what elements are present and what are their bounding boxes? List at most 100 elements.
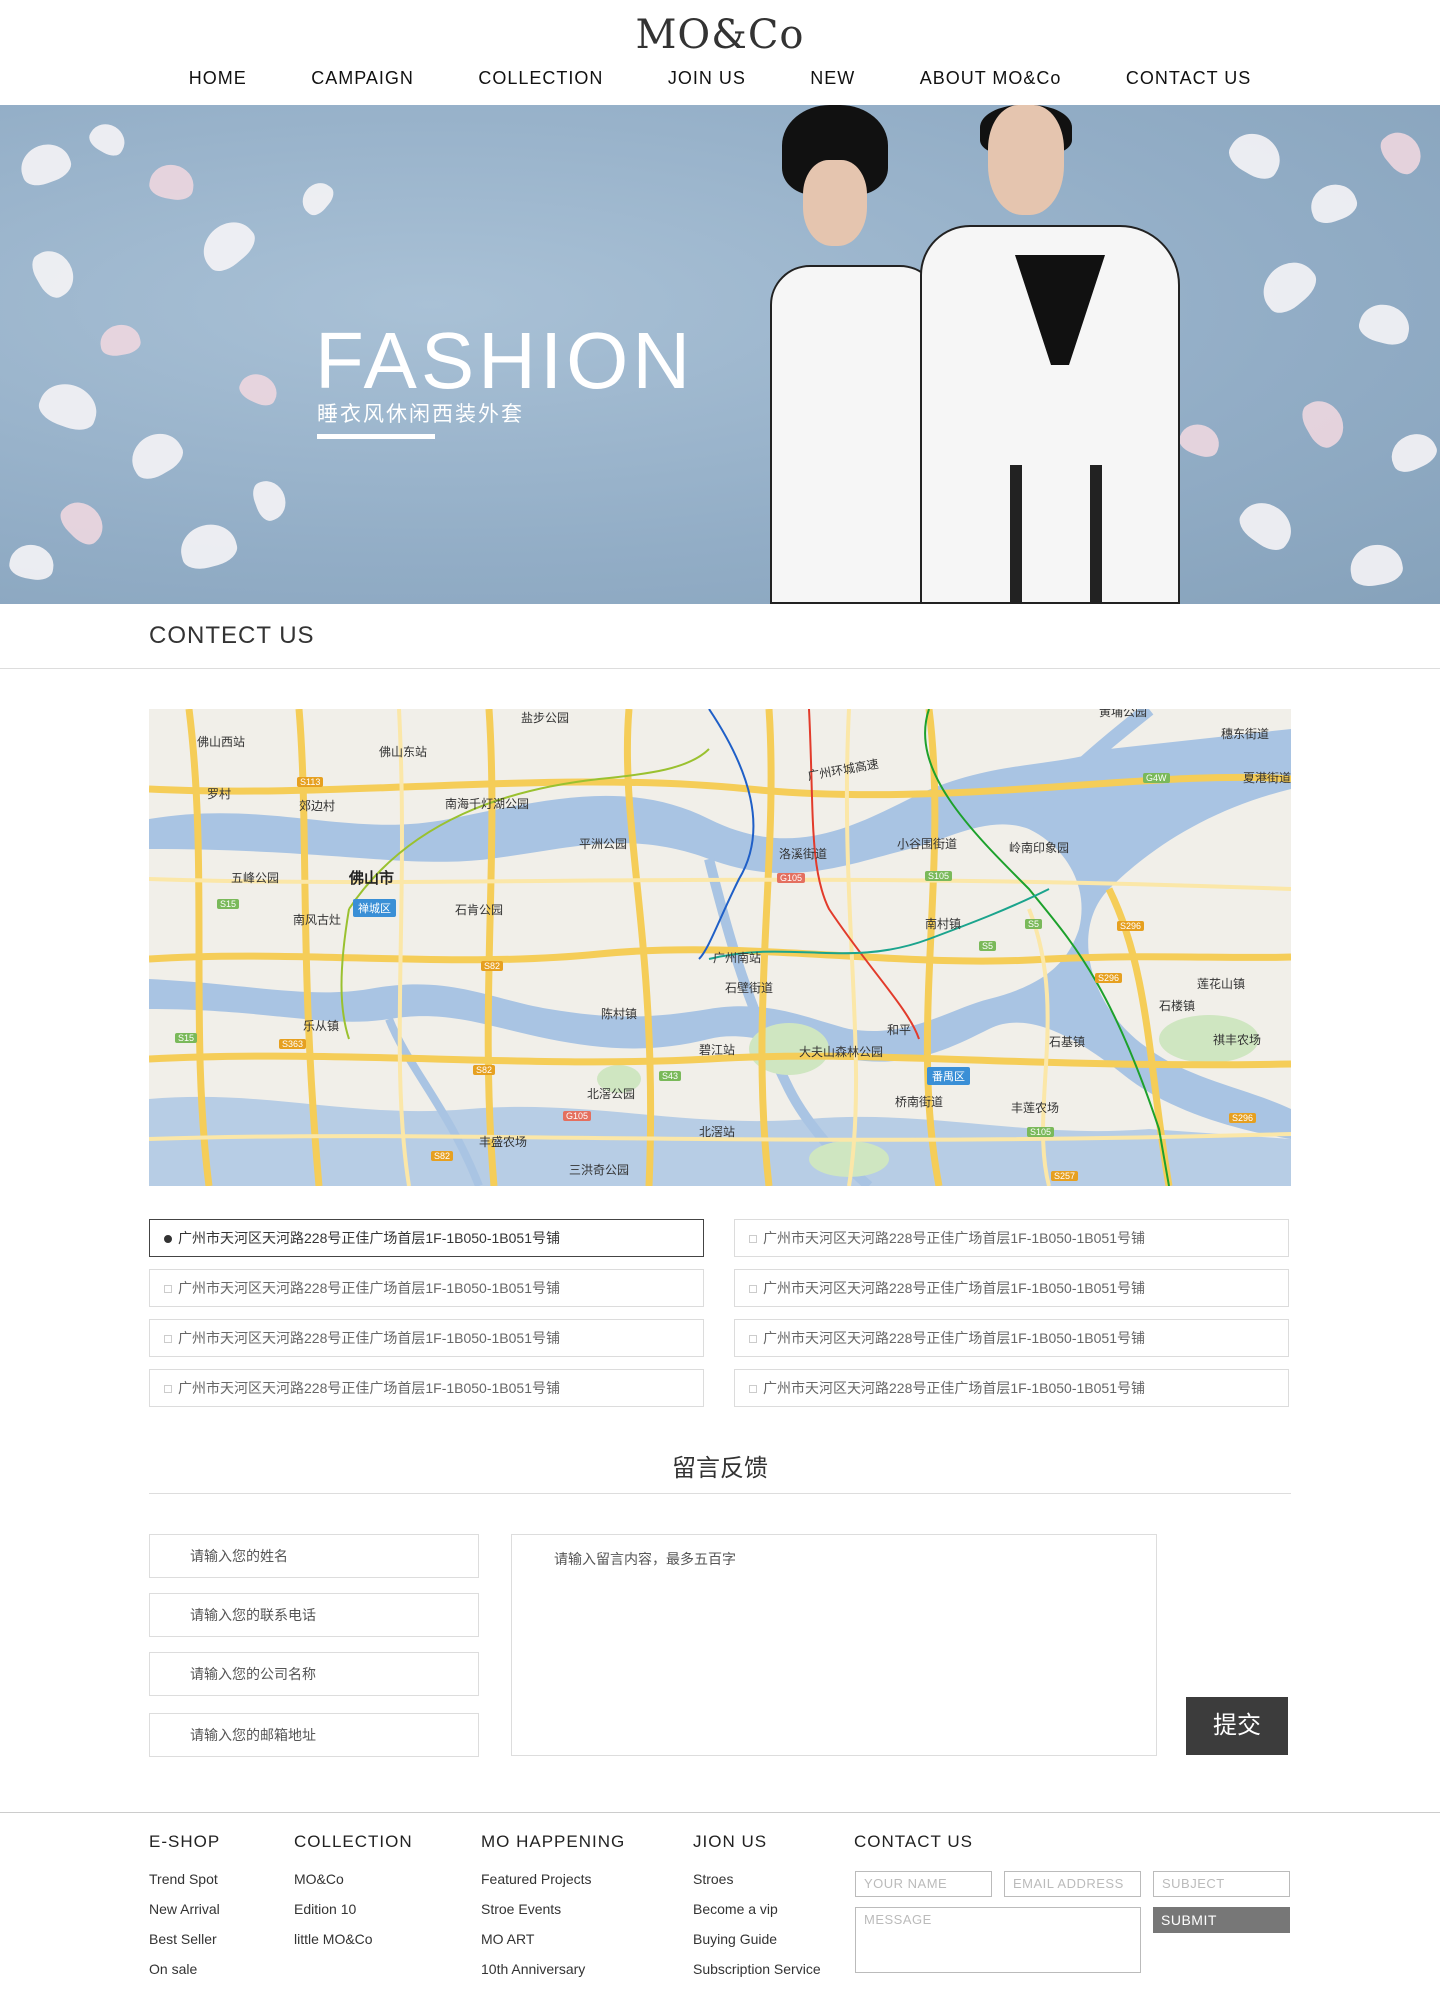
banner-subtitle: 睡衣风休闲西装外套 [317, 403, 524, 426]
footer-link-little-moco[interactable]: little MO&Co [294, 1924, 413, 1954]
feedback-title: 留言反馈 [672, 1455, 768, 1482]
map-label: 石壁街道 [725, 981, 774, 995]
petal-decoration [235, 368, 283, 410]
footer-contact: CONTACT US [854, 1832, 973, 1864]
map-label: 五峰公园 [231, 871, 280, 885]
nav-about[interactable]: ABOUT MO&Co [920, 68, 1062, 89]
footer-join-title: JION US [693, 1832, 768, 1851]
petal-decoration [296, 176, 338, 220]
nav-new[interactable]: NEW [810, 68, 855, 89]
map-label: 丰盛农场 [479, 1135, 528, 1149]
submit-button[interactable]: 提交 [1186, 1697, 1288, 1755]
road-tag: S43 [659, 1071, 682, 1081]
footer-link-new-arrival[interactable]: New Arrival [149, 1894, 220, 1924]
footer-link-best-seller[interactable]: Best Seller [149, 1924, 220, 1954]
road-tag: S113 [297, 777, 324, 787]
store-address: 广州市天河区天河路228号正佳广场首层1F-1B050-1B051号铺 [763, 1230, 1145, 1246]
map-label: 南村镇 [925, 917, 962, 931]
store-item[interactable]: 广州市天河区天河路228号正佳广场首层1F-1B050-1B051号铺 [734, 1319, 1289, 1357]
nav-join-us[interactable]: JOIN US [668, 68, 746, 89]
footer-link-moco[interactable]: MO&Co [294, 1864, 413, 1894]
store-item[interactable]: 广州市天河区天河路228号正佳广场首层1F-1B050-1B051号铺 [734, 1269, 1289, 1307]
park-area [809, 1141, 889, 1177]
road-tag: G4W [1143, 773, 1170, 783]
petal-decoration [147, 161, 197, 203]
email-input[interactable]: 请输入您的邮箱地址 [149, 1713, 479, 1757]
nav-home[interactable]: HOME [189, 68, 247, 89]
store-address: 广州市天河区天河路228号正佳广场首层1F-1B050-1B051号铺 [178, 1330, 560, 1346]
store-item[interactable]: 广州市天河区天河路228号正佳广场首层1F-1B050-1B051号铺 [149, 1269, 704, 1307]
banner-title: FASHION [315, 316, 695, 405]
footer-submit-button[interactable]: SUBMIT [1153, 1907, 1290, 1933]
footer-link-store-events[interactable]: Stroe Events [481, 1894, 625, 1924]
map-label: 小谷围街道 [897, 837, 958, 851]
contact-section-title: CONTECT US [149, 622, 315, 649]
petal-decoration [1253, 251, 1323, 321]
store-item[interactable]: 广州市天河区天河路228号正佳广场首层1F-1B050-1B051号铺 [149, 1219, 704, 1257]
map-label: 石楼镇 [1159, 999, 1196, 1013]
petal-decoration [15, 137, 75, 191]
footer-happening-title: MO HAPPENING [481, 1832, 626, 1851]
name-input[interactable]: 请输入您的姓名 [149, 1534, 479, 1578]
petal-decoration [123, 424, 189, 486]
footer-link-buying-guide[interactable]: Buying Guide [693, 1924, 821, 1954]
road-tag: S296 [1117, 921, 1145, 931]
brand-logo[interactable]: MO&Co [0, 12, 1440, 58]
map-label: 南风古灶 [293, 913, 342, 927]
message-textarea[interactable]: 请输入留言内容，最多五百字 [511, 1534, 1157, 1756]
road-tag: S82 [473, 1065, 496, 1075]
store-address: 广州市天河区天河路228号正佳广场首层1F-1B050-1B051号铺 [178, 1230, 560, 1246]
petal-decoration [34, 376, 104, 436]
section-divider [0, 668, 1440, 669]
nav-campaign[interactable]: CAMPAIGN [311, 68, 414, 89]
footer-email-input[interactable]: EMAIL ADDRESS [1004, 1871, 1141, 1897]
phone-input[interactable]: 请输入您的联系电话 [149, 1593, 479, 1637]
footer-link-on-sale[interactable]: On sale [149, 1954, 220, 1984]
map-label: 莲花山镇 [1197, 977, 1246, 991]
map-label: 三洪奇公园 [569, 1163, 630, 1177]
map-label: 大夫山森林公园 [799, 1045, 884, 1059]
footer-link-mo-art[interactable]: MO ART [481, 1924, 625, 1954]
nav-contact[interactable]: CONTACT US [1126, 68, 1251, 89]
petal-decoration [1374, 124, 1430, 180]
nav-collection[interactable]: COLLECTION [478, 68, 603, 89]
store-item[interactable]: 广州市天河区天河路228号正佳广场首层1F-1B050-1B051号铺 [149, 1319, 704, 1357]
map-label: 石基镇 [1049, 1035, 1086, 1049]
footer-name-input[interactable]: YOUR NAME [855, 1871, 992, 1897]
footer-subject-input[interactable]: SUBJECT [1153, 1871, 1290, 1897]
store-address: 广州市天河区天河路228号正佳广场首层1F-1B050-1B051号铺 [178, 1280, 560, 1296]
road-tag: S5 [1025, 919, 1043, 929]
map-label: 石肯公园 [455, 903, 504, 917]
road-tag: S15 [217, 899, 240, 909]
map-label: 夏港街道 [1243, 771, 1291, 785]
store-item[interactable]: 广州市天河区天河路228号正佳广场首层1F-1B050-1B051号铺 [149, 1369, 704, 1407]
store-address: 广州市天河区天河路228号正佳广场首层1F-1B050-1B051号铺 [763, 1280, 1145, 1296]
store-address: 广州市天河区天河路228号正佳广场首层1F-1B050-1B051号铺 [763, 1330, 1145, 1346]
footer-link-trend-spot[interactable]: Trend Spot [149, 1864, 220, 1894]
road-tag: G105 [563, 1111, 592, 1121]
footer-link-stores[interactable]: Stroes [693, 1864, 821, 1894]
model-face [803, 160, 867, 246]
model-face [988, 105, 1064, 215]
petal-decoration [1233, 493, 1301, 557]
petal-decoration [175, 518, 241, 574]
bullet-icon [164, 1385, 172, 1394]
store-item[interactable]: 广州市天河区天河路228号正佳广场首层1F-1B050-1B051号铺 [734, 1219, 1289, 1257]
company-input[interactable]: 请输入您的公司名称 [149, 1652, 479, 1696]
page: MO&Co HOME CAMPAIGN COLLECTION JOIN US N… [0, 0, 1440, 2000]
road-tag: S257 [1051, 1171, 1079, 1181]
map-label: 祺丰农场 [1213, 1033, 1262, 1047]
store-map[interactable]: 佛山西站 佛山东站 盐步公园 罗村 郊边村 南海千灯湖公园 平洲公园 五峰公园 … [149, 709, 1291, 1186]
map-label: 丰莲农场 [1011, 1101, 1060, 1115]
footer-message-input[interactable]: MESSAGE [855, 1907, 1141, 1973]
footer-link-subscription[interactable]: Subscription Service [693, 1954, 821, 1984]
footer-link-become-vip[interactable]: Become a vip [693, 1894, 821, 1924]
model-stripe [1090, 465, 1102, 604]
footer-link-edition-10[interactable]: Edition 10 [294, 1894, 413, 1924]
road-tag: S296 [1095, 973, 1123, 983]
store-item[interactable]: 广州市天河区天河路228号正佳广场首层1F-1B050-1B051号铺 [734, 1369, 1289, 1407]
map-label: 乐从镇 [303, 1019, 340, 1033]
footer-link-anniversary[interactable]: 10th Anniversary [481, 1954, 625, 1984]
footer-link-featured-projects[interactable]: Featured Projects [481, 1864, 625, 1894]
map-label: 北滘公园 [587, 1087, 636, 1101]
